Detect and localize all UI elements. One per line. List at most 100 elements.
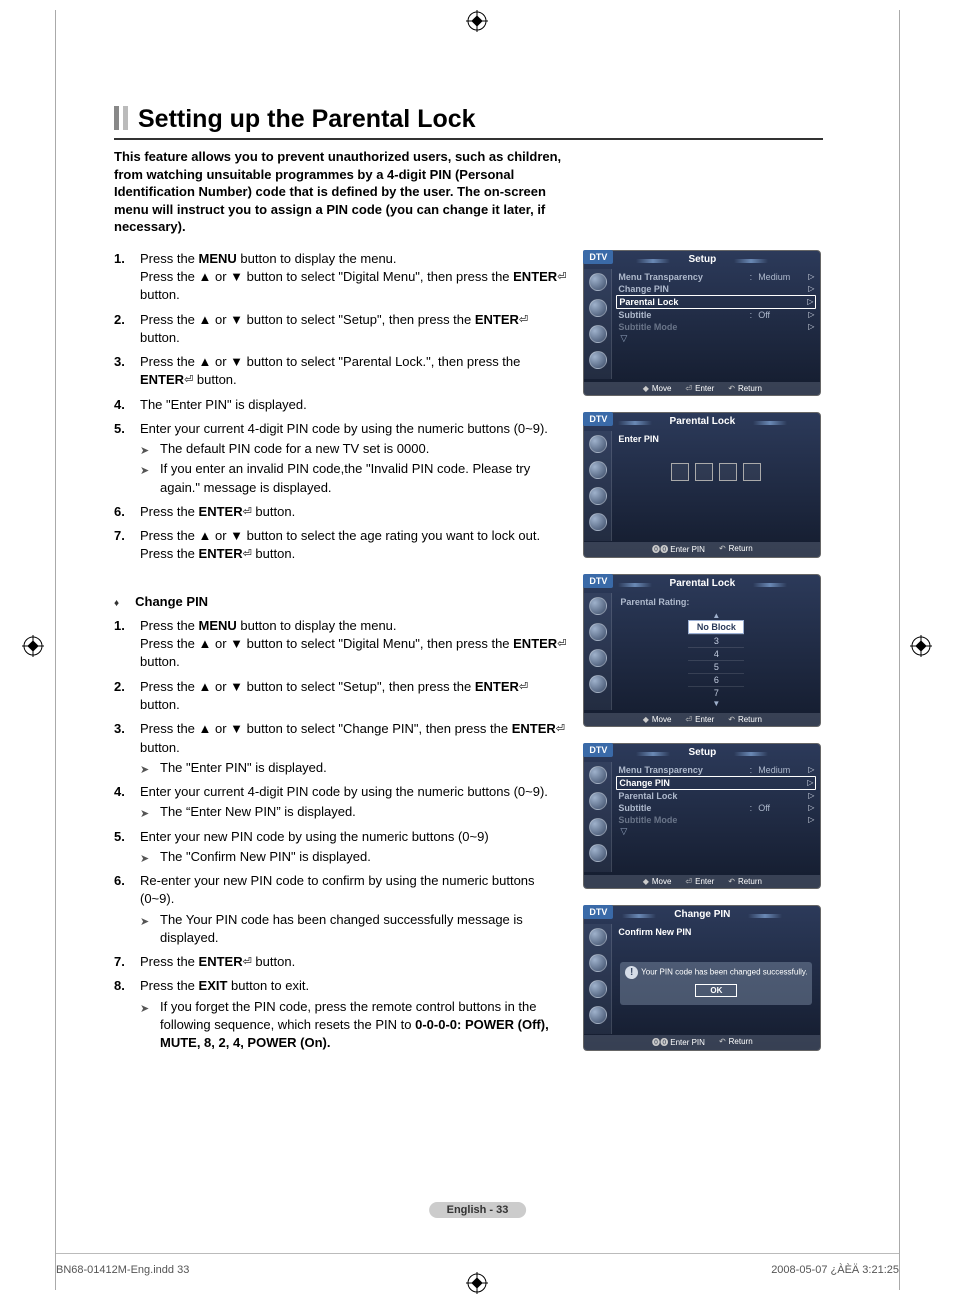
step-item: 2.Press the ▲ or ▼ button to select "Set… (114, 311, 569, 348)
ok-button[interactable]: OK (695, 984, 737, 997)
rating-option[interactable]: 6 (688, 673, 744, 686)
rating-option[interactable]: 4 (688, 647, 744, 660)
step-number: 6. (114, 872, 140, 947)
step-number: 8. (114, 977, 140, 1052)
step-item: 2.Press the ▲ or ▼ button to select "Set… (114, 678, 569, 715)
menu-item-selected[interactable]: Parental Lock▷ (616, 295, 816, 309)
step-body: Press the MENU button to display the men… (140, 250, 569, 305)
menu-item[interactable]: Menu Transparency:Medium▷ (616, 271, 816, 283)
menu-item-selected[interactable]: Change PIN▷ (616, 776, 816, 790)
success-message: Your PIN code has been changed successfu… (641, 967, 807, 976)
rating-option[interactable]: 5 (688, 660, 744, 673)
intro-text: This feature allows you to prevent unaut… (114, 148, 574, 236)
dtv-badge: DTV (583, 743, 613, 757)
rating-option[interactable]: 3 (688, 634, 744, 647)
note-arrow-icon (140, 998, 160, 1053)
step-note: The "Confirm New PIN" is displayed. (140, 848, 569, 866)
rating-option[interactable]: 7 (688, 686, 744, 699)
step-body: Press the MENU button to display the men… (140, 617, 569, 672)
step-item: 5.Enter your current 4-digit PIN code by… (114, 420, 569, 497)
crop-mark-icon (22, 635, 44, 657)
menu-item[interactable]: Parental Lock▷ (616, 790, 816, 802)
osd-footer: Move Enter Return (584, 382, 820, 395)
osd-title: Setup (670, 747, 734, 758)
steps-list-2: 1.Press the MENU button to display the m… (114, 617, 569, 1052)
menu-item[interactable]: Subtitle:Off▷ (616, 309, 816, 321)
page: Setting up the Parental Lock This featur… (55, 10, 900, 1290)
dtv-badge: DTV (583, 905, 613, 919)
more-indicator-icon: ▽ (616, 826, 816, 837)
step-number: 1. (114, 250, 140, 305)
osd-title: Setup (670, 254, 734, 265)
menu-item[interactable]: Menu Transparency:Medium▷ (616, 764, 816, 776)
step-body: Press the ENTER button. (140, 503, 569, 521)
footer-divider (56, 1253, 899, 1254)
osd-footer: Enter PIN Return (584, 542, 820, 557)
note-arrow-icon (140, 759, 160, 777)
osd-parental-rating: DTV Parental Lock Parental Rating: ▲ No … (583, 574, 821, 727)
confirm-pin-label: Confirm New PIN (616, 926, 816, 938)
step-number: 1. (114, 617, 140, 672)
down-arrow-icon: ▼ (616, 700, 816, 708)
step-item: 7.Press the ENTER button. (114, 953, 569, 971)
osd-enter-pin: DTV Parental Lock Enter PIN Enter PIN Re… (583, 412, 821, 558)
steps-list-1: 1.Press the MENU button to display the m… (114, 250, 569, 564)
step-note: The Your PIN code has been changed succe… (140, 911, 569, 947)
page-title: Setting up the Parental Lock (114, 105, 823, 140)
step-body: Enter your new PIN code by using the num… (140, 828, 569, 867)
step-note: If you enter an invalid PIN code,the "In… (140, 460, 569, 496)
step-note: The "Enter PIN" is displayed. (140, 759, 569, 777)
osd-footer: Enter PIN Return (584, 1035, 820, 1050)
success-dialog: !Your PIN code has been changed successf… (620, 962, 812, 1005)
step-body: The "Enter PIN" is displayed. (140, 396, 569, 414)
step-body: Enter your current 4-digit PIN code by u… (140, 783, 569, 822)
step-item: 1.Press the MENU button to display the m… (114, 617, 569, 672)
step-number: 2. (114, 311, 140, 348)
footer-timestamp: 2008-05-07 ¿ÀÈÄ 3:21:25 (771, 1264, 899, 1276)
rating-list[interactable]: ▲ No Block 3 4 5 6 7 ▼ (616, 612, 816, 708)
step-number: 2. (114, 678, 140, 715)
step-number: 3. (114, 720, 140, 777)
step-body: Press the EXIT button to exit.If you for… (140, 977, 569, 1052)
step-item: 3.Press the ▲ or ▼ button to select "Cha… (114, 720, 569, 777)
osd-title: Parental Lock (652, 416, 754, 427)
step-item: 4.The "Enter PIN" is displayed. (114, 396, 569, 414)
step-number: 5. (114, 420, 140, 497)
osd-iconbar (584, 924, 612, 1034)
note-arrow-icon (140, 848, 160, 866)
more-indicator-icon: ▽ (616, 333, 816, 344)
step-body: Press the ▲ or ▼ button to select "Setup… (140, 678, 569, 715)
step-body: Press the ▲ or ▼ button to select "Chang… (140, 720, 569, 777)
step-number: 7. (114, 527, 140, 564)
step-body: Re-enter your new PIN code to confirm by… (140, 872, 569, 947)
osd-setup-changepin: DTV Setup Menu Transparency:Medium▷ Chan… (583, 743, 821, 889)
osd-title: Parental Lock (652, 578, 754, 589)
step-body: Press the ▲ or ▼ button to select "Paren… (140, 353, 569, 390)
parental-rating-label: Parental Rating: (616, 595, 816, 609)
step-number: 6. (114, 503, 140, 521)
note-arrow-icon (140, 911, 160, 947)
osd-footer: Move Enter Return (584, 875, 820, 888)
step-body: Press the ▲ or ▼ button to select "Setup… (140, 311, 569, 348)
menu-item[interactable]: Change PIN▷ (616, 283, 816, 295)
step-number: 4. (114, 396, 140, 414)
osd-iconbar (584, 269, 612, 379)
osd-title: Change PIN (656, 909, 748, 920)
step-body: Press the ▲ or ▼ button to select the ag… (140, 527, 569, 564)
step-number: 7. (114, 953, 140, 971)
pin-input[interactable] (616, 463, 816, 481)
step-item: 6.Press the ENTER button. (114, 503, 569, 521)
menu-item[interactable]: Subtitle:Off▷ (616, 802, 816, 814)
rating-option-selected[interactable]: No Block (688, 620, 744, 634)
step-number: 4. (114, 783, 140, 822)
page-number: English - 33 (429, 1202, 527, 1218)
step-number: 3. (114, 353, 140, 390)
step-item: 1.Press the MENU button to display the m… (114, 250, 569, 305)
osd-confirm-pin: DTV Change PIN Confirm New PIN !Your PIN… (583, 905, 821, 1051)
osd-iconbar (584, 593, 612, 710)
osd-column: DTV Setup Menu Transparency:Medium▷ Chan… (583, 250, 823, 1067)
step-item: 7.Press the ▲ or ▼ button to select the … (114, 527, 569, 564)
up-arrow-icon: ▲ (616, 612, 816, 620)
note-arrow-icon (140, 460, 160, 496)
dtv-badge: DTV (583, 574, 613, 588)
